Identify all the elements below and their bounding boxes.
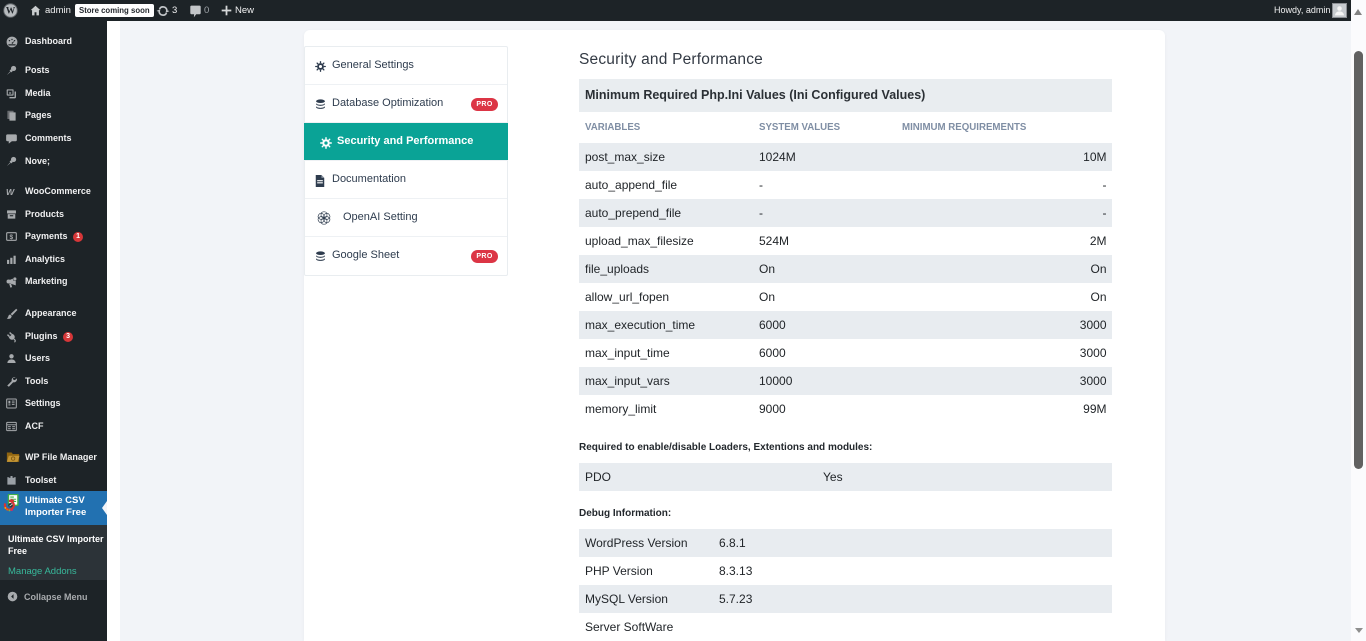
svg-text:W: W (6, 6, 16, 16)
svg-text:$: $ (9, 234, 13, 241)
svg-text:W: W (6, 187, 15, 197)
